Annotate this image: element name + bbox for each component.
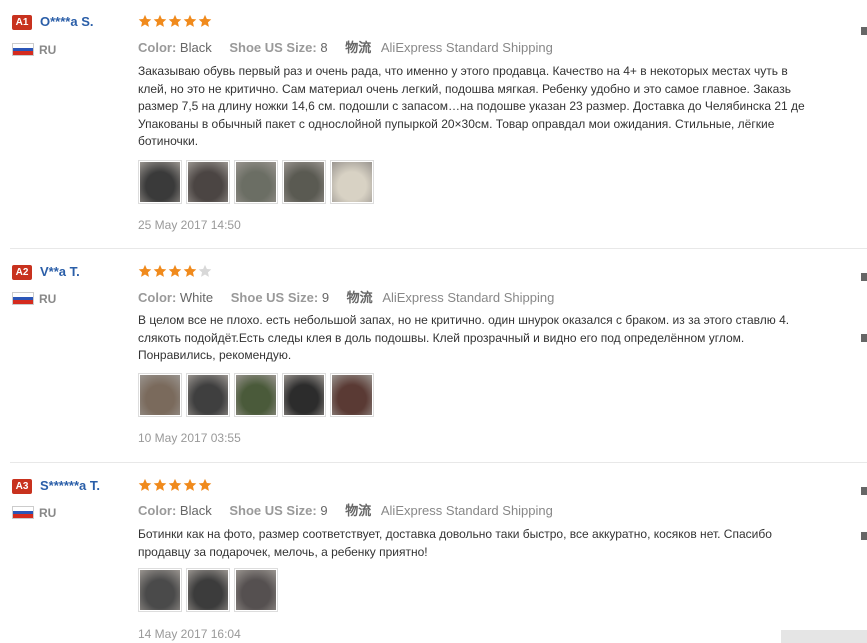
shoe-photo-image: [140, 375, 180, 415]
star-filled-icon: [183, 14, 197, 27]
buyer-level-badge: A3: [12, 479, 32, 494]
username[interactable]: O****a S.: [40, 14, 93, 29]
color-label: Color:: [138, 40, 177, 55]
shipping-method: AliExpress Standard Shipping: [382, 290, 555, 305]
size-label: Shoe US Size:: [230, 290, 319, 305]
review-text: Заказываю обувь первый раз и очень рада,…: [138, 64, 805, 148]
country-code: RU: [39, 292, 57, 306]
shoe-photo-image: [332, 375, 372, 415]
shoe-photo-image: [188, 162, 228, 202]
country-code: RU: [39, 43, 57, 57]
star-filled-icon: [168, 478, 182, 491]
size-label: Shoe US Size:: [229, 503, 317, 518]
star-empty-icon: [198, 264, 212, 277]
order-info: Color: Black Shoe US Size: 9 物流 AliExpre…: [138, 500, 553, 519]
star-filled-icon: [138, 14, 152, 27]
username[interactable]: S******a T.: [40, 478, 100, 493]
review-divider: [10, 248, 867, 249]
shoe-photo-image: [236, 570, 276, 610]
side-marker-icon: [861, 487, 867, 495]
star-filled-icon: [153, 478, 167, 491]
review-photo-thumbnail[interactable]: [330, 373, 374, 417]
review-photos: [138, 568, 278, 612]
review-photo-thumbnail[interactable]: [330, 160, 374, 204]
russia-flag-icon: [12, 506, 34, 519]
shoe-photo-image: [236, 162, 276, 202]
size-value: 8: [320, 40, 328, 55]
shoe-photo-image: [284, 162, 324, 202]
shoe-photo-image: [140, 162, 180, 202]
review-photo-thumbnail[interactable]: [186, 160, 230, 204]
shipping-method: AliExpress Standard Shipping: [380, 40, 553, 55]
country-code: RU: [39, 506, 57, 520]
star-rating: [138, 478, 212, 492]
russia-flag-icon: [12, 43, 34, 56]
shoe-photo-image: [188, 570, 228, 610]
logistics-label: 物流: [345, 40, 372, 55]
star-filled-icon: [153, 264, 167, 277]
color-value: White: [179, 290, 214, 305]
color-value: Black: [179, 503, 212, 518]
star-filled-icon: [138, 264, 152, 277]
review-photo-thumbnail[interactable]: [138, 568, 182, 612]
username[interactable]: V**a T.: [40, 264, 80, 279]
size-value: 9: [321, 290, 330, 305]
review-photo-thumbnail[interactable]: [234, 160, 278, 204]
logistics-label: 物流: [345, 503, 372, 518]
size-label: Shoe US Size:: [229, 40, 317, 55]
buyer-level-badge: A1: [12, 15, 32, 30]
side-marker-icon: [861, 532, 867, 540]
star-filled-icon: [198, 14, 212, 27]
review-photos: [138, 160, 374, 204]
shoe-photo-image: [140, 570, 180, 610]
order-info: Color: White Shoe US Size: 9 物流 AliExpre…: [138, 287, 554, 306]
review-date: 25 May 2017 14:50: [138, 218, 241, 232]
russia-flag-icon: [12, 292, 34, 305]
shoe-photo-image: [236, 375, 276, 415]
order-info: Color: Black Shoe US Size: 8 物流 AliExpre…: [138, 37, 553, 56]
side-marker-icon: [861, 334, 867, 342]
side-marker-icon: [861, 27, 867, 35]
star-filled-icon: [168, 14, 182, 27]
star-filled-icon: [153, 14, 167, 27]
review-text: В целом все не плохо. есть небольшой зап…: [138, 313, 790, 362]
review-date: 14 May 2017 16:04: [138, 627, 241, 641]
shoe-photo-image: [188, 375, 228, 415]
review-photo-thumbnail[interactable]: [282, 160, 326, 204]
star-rating: [138, 14, 212, 28]
review-divider: [10, 462, 867, 463]
review-photo-thumbnail[interactable]: [186, 373, 230, 417]
review-photos: [138, 373, 374, 417]
color-label: Color:: [138, 290, 177, 305]
review-photo-thumbnail[interactable]: [282, 373, 326, 417]
review-photo-thumbnail[interactable]: [138, 160, 182, 204]
shoe-photo-image: [332, 162, 372, 202]
color-label: Color:: [138, 503, 177, 518]
star-filled-icon: [138, 478, 152, 491]
logistics-label: 物流: [346, 290, 373, 305]
star-rating: [138, 264, 212, 278]
review-text: Ботинки как на фото, размер соответствуе…: [138, 527, 772, 559]
side-marker-icon: [861, 273, 867, 281]
size-value: 9: [320, 503, 328, 518]
review-photo-thumbnail[interactable]: [234, 373, 278, 417]
review-photo-thumbnail[interactable]: [186, 568, 230, 612]
color-value: Black: [179, 40, 212, 55]
star-filled-icon: [198, 478, 212, 491]
review-photo-thumbnail[interactable]: [234, 568, 278, 612]
review-photo-thumbnail[interactable]: [138, 373, 182, 417]
shoe-photo-image: [284, 375, 324, 415]
buyer-level-badge: A2: [12, 265, 32, 280]
bottom-scroll-area[interactable]: [781, 630, 867, 643]
star-filled-icon: [168, 264, 182, 277]
review-date: 10 May 2017 03:55: [138, 431, 241, 445]
star-filled-icon: [183, 264, 197, 277]
star-filled-icon: [183, 478, 197, 491]
shipping-method: AliExpress Standard Shipping: [380, 503, 553, 518]
